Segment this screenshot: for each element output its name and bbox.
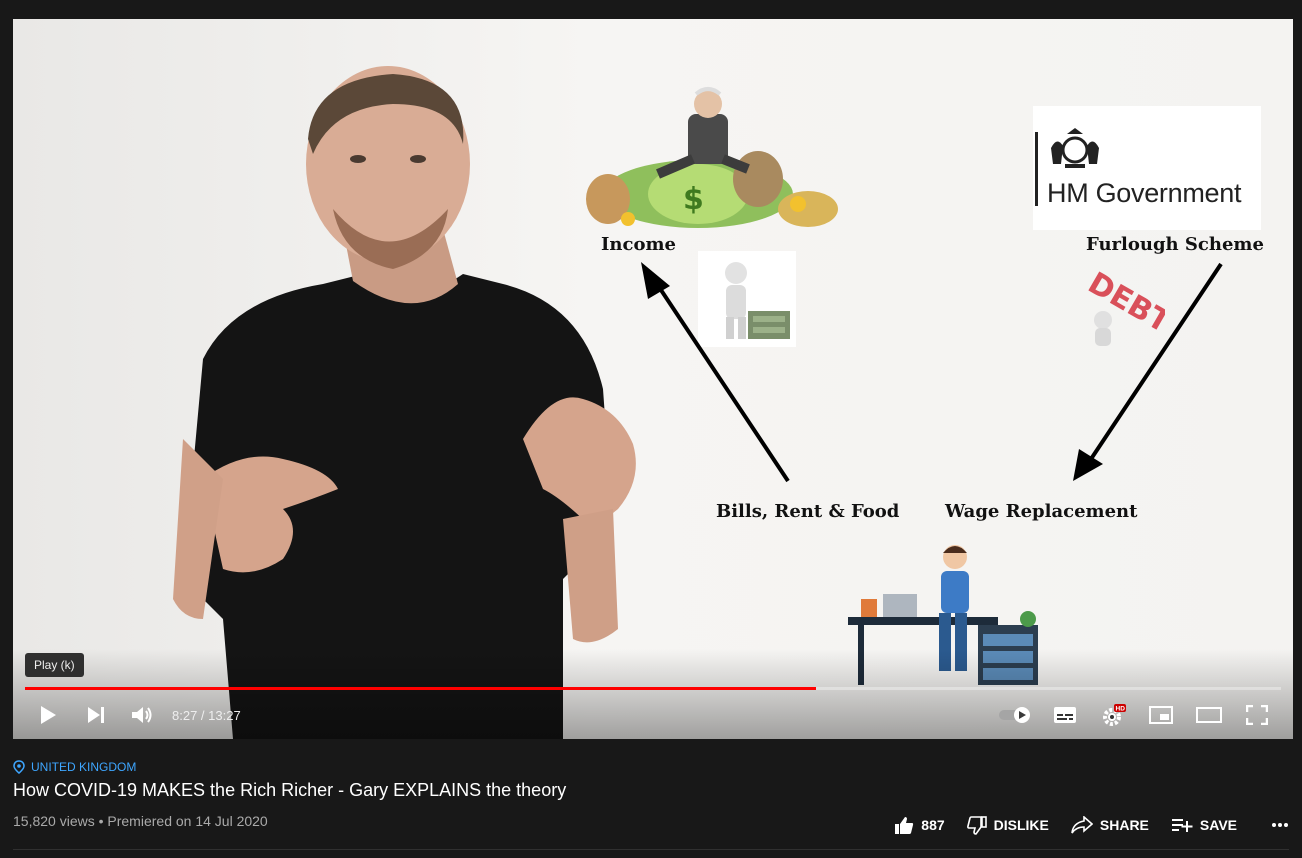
play-icon xyxy=(41,706,56,724)
label-wage: Wage Replacement xyxy=(945,501,1138,522)
location-link[interactable]: UNITED KINGDOM xyxy=(13,760,136,774)
fullscreen-button[interactable] xyxy=(1241,699,1273,731)
theater-icon xyxy=(1196,707,1222,723)
share-button[interactable]: SHARE xyxy=(1071,816,1149,834)
location-pin-icon xyxy=(13,760,25,774)
share-label: SHARE xyxy=(1099,817,1149,833)
view-count-date: 15,820 views • Premiered on 14 Jul 2020 xyxy=(13,813,268,829)
next-icon xyxy=(88,707,104,723)
autoplay-toggle[interactable] xyxy=(995,699,1035,731)
play-button[interactable] xyxy=(33,699,63,731)
svg-text:HD: HD xyxy=(1116,706,1126,713)
arrow-head-down xyxy=(1073,449,1103,481)
time-display: 8:27 / 13:27 xyxy=(172,708,241,723)
save-playlist-icon xyxy=(1171,819,1193,832)
play-tooltip: Play (k) xyxy=(25,653,84,677)
miniplayer-button[interactable] xyxy=(1145,699,1177,731)
dislike-button[interactable]: DISLIKE xyxy=(966,815,1049,835)
captions-icon xyxy=(1054,707,1076,723)
volume-button[interactable] xyxy=(127,699,157,731)
thumbs-up-icon xyxy=(895,816,914,834)
fullscreen-icon xyxy=(1246,705,1268,725)
save-button[interactable]: SAVE xyxy=(1171,817,1237,833)
progress-played xyxy=(25,687,816,690)
settings-icon: HD xyxy=(1103,704,1126,726)
progress-bar[interactable] xyxy=(25,687,1281,690)
share-icon xyxy=(1071,816,1093,834)
diagram-arrows xyxy=(641,262,1223,483)
location-text: UNITED KINGDOM xyxy=(31,760,137,774)
miniplayer-icon xyxy=(1149,706,1173,724)
volume-icon xyxy=(132,707,152,723)
dislike-label: DISLIKE xyxy=(993,817,1049,833)
player-controls: 8:27 / 13:27 HD xyxy=(13,699,1293,731)
more-icon xyxy=(1272,823,1288,827)
captions-button[interactable] xyxy=(1049,699,1081,731)
label-bills: Bills, Rent & Food xyxy=(716,501,900,522)
like-count: 887 xyxy=(921,817,945,833)
more-actions-button[interactable] xyxy=(1271,822,1289,828)
thumbs-down-icon xyxy=(966,815,987,835)
section-divider xyxy=(13,849,1289,850)
video-title: How COVID-19 MAKES the Rich Richer - Gar… xyxy=(13,780,567,800)
autoplay-toggle-icon xyxy=(999,707,1030,723)
action-bar: 887 DISLIKE SHARE SAVE xyxy=(872,812,1289,838)
save-label: SAVE xyxy=(1199,817,1237,833)
video-player[interactable]: $ Income HM Government Furlough Scheme D… xyxy=(13,19,1293,739)
like-button[interactable]: 887 xyxy=(894,816,945,835)
settings-button[interactable]: HD xyxy=(1097,699,1129,731)
theater-button[interactable] xyxy=(1193,699,1225,731)
next-button[interactable] xyxy=(81,699,111,731)
